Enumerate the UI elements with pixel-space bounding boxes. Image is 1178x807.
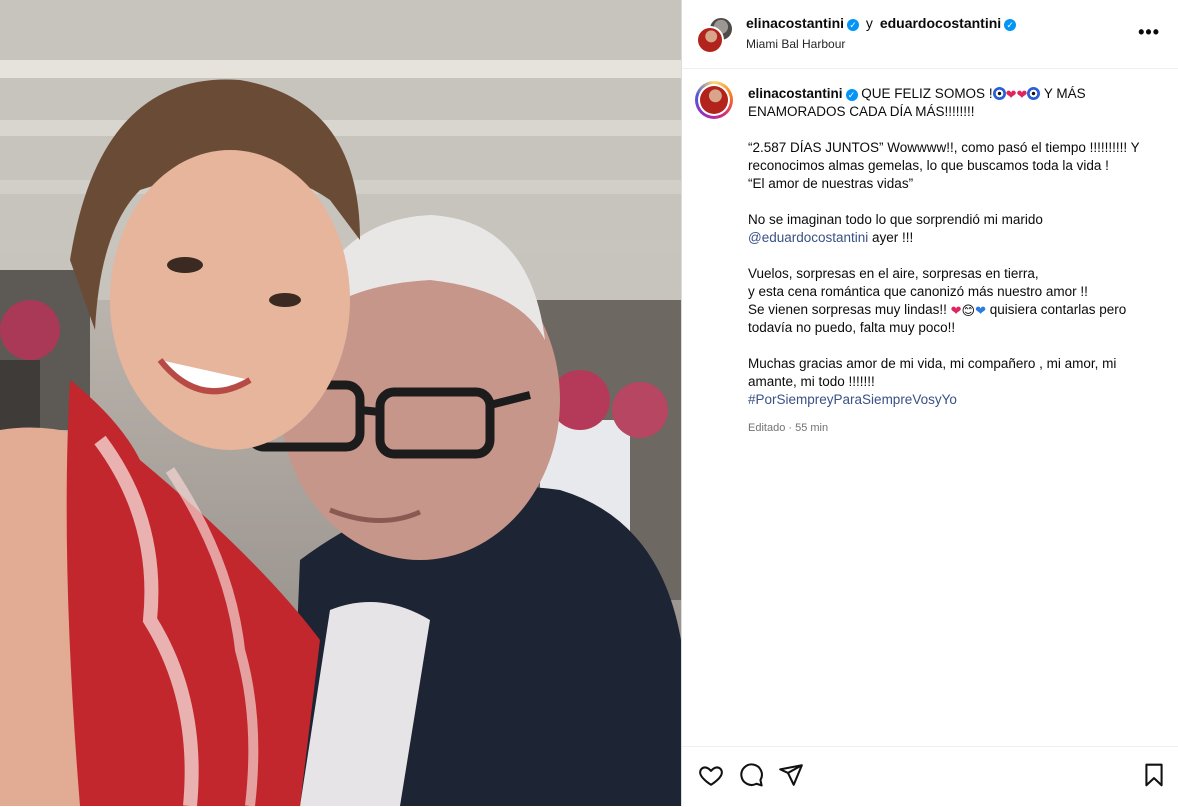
collab-usernames: elinacostantini ✓ y eduardocostantini ✓ (746, 15, 1017, 31)
heart-emoji-icon: ❤ (950, 303, 962, 318)
action-bar (682, 746, 1178, 807)
avatar-elina[interactable] (696, 26, 724, 54)
hashtag-link[interactable]: #PorSiempreyParaSiempreVosyYo (748, 392, 957, 407)
caption-text: elinacostantini ✓ QUE FELIZ SOMOS ! ❤❤ Y M… (748, 85, 1158, 437)
comment-icon[interactable] (738, 762, 764, 788)
photo-illustration (0, 0, 681, 806)
smile-emoji-icon: 😊 (961, 303, 976, 318)
mention-link[interactable]: @eduardocostantini (748, 230, 868, 245)
heart-emoji-icon: ❤ (1005, 87, 1017, 102)
caption-para2: “2.587 DÍAS JUNTOS” Wowwww!!, como pasó … (748, 140, 1140, 173)
nazar-emoji-icon (992, 87, 1006, 100)
author1-username[interactable]: elinacostantini (746, 15, 844, 31)
post-photo[interactable] (0, 0, 681, 806)
caption-username[interactable]: elinacostantini (748, 86, 843, 101)
caption-para4-line3-start: Se vienen sorpresas muy lindas!! (748, 302, 951, 317)
meta-separator: · (785, 422, 796, 434)
caption-para4-line2: y esta cena romántica que canonizó más n… (748, 284, 1088, 299)
verified-badge-icon: ✓ (845, 89, 858, 101)
verified-badge-icon: ✓ (1004, 19, 1017, 31)
post-time[interactable]: 55 min (795, 422, 828, 434)
more-options-icon[interactable]: ••• (1138, 22, 1160, 43)
avatar-elina (700, 86, 728, 114)
verified-badge-icon: ✓ (847, 19, 860, 31)
caption-area: elinacostantini ✓ QUE FELIZ SOMOS ! ❤❤ Y M… (682, 69, 1178, 745)
post-location[interactable]: Miami Bal Harbour (746, 37, 845, 51)
caption-avatar[interactable] (695, 81, 733, 119)
author2-username[interactable]: eduardocostantini (880, 15, 1001, 31)
caption-para5: Muchas gracias amor de mi vida, mi compa… (748, 356, 1117, 389)
heart-emoji-icon: ❤ (1016, 87, 1028, 102)
caption-para3-end: ayer !!! (868, 230, 914, 245)
caption-para2-quote: “El amor de nuestras vidas” (748, 176, 914, 191)
caption-line1-start: QUE FELIZ SOMOS ! (861, 86, 993, 101)
blue-heart-emoji-icon: ❤ (975, 303, 986, 318)
post-meta: Editado · 55 min (748, 419, 1158, 437)
post-header: elinacostantini ✓ y eduardocostantini ✓ Mi… (682, 0, 1178, 69)
bookmark-icon[interactable] (1141, 762, 1167, 788)
heart-icon[interactable] (698, 762, 724, 788)
caption-para3-start: No se imaginan todo lo que sorprendió mi… (748, 212, 1043, 227)
collab-avatars[interactable] (696, 16, 734, 54)
collab-conjunction: y (865, 15, 873, 31)
nazar-emoji-icon (1027, 87, 1041, 100)
caption-para4-line1: Vuelos, sorpresas en el aire, sorpresas … (748, 266, 1039, 281)
share-icon[interactable] (778, 762, 804, 788)
edited-label: Editado (748, 422, 786, 434)
